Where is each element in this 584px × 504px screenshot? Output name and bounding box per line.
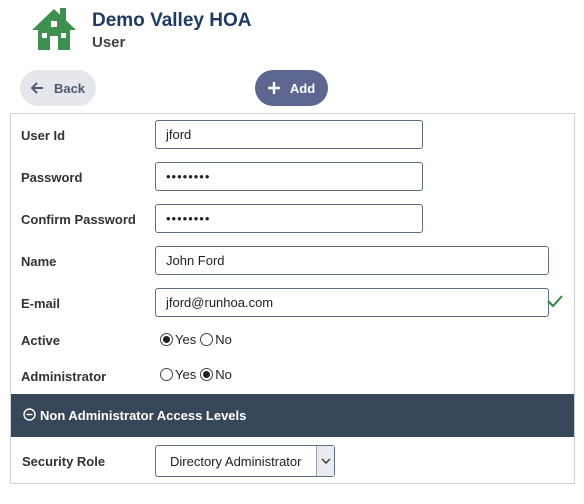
user-form: User Id jford Password •••••••• Confirm … <box>10 113 575 484</box>
confirm-password-input[interactable]: •••••••• <box>155 204 423 233</box>
back-button[interactable]: Back <box>20 70 96 106</box>
name-label: Name <box>21 254 57 269</box>
name-value: John Ford <box>166 253 225 268</box>
page-title: User <box>92 34 126 51</box>
name-input[interactable]: John Ford <box>155 246 549 275</box>
access-levels-section-header[interactable]: Non Administrator Access Levels <box>11 394 574 437</box>
password-input[interactable]: •••••••• <box>155 162 423 191</box>
back-button-label: Back <box>53 80 86 96</box>
section-title: Non Administrator Access Levels <box>40 408 247 423</box>
app-header: Demo Valley HOA User <box>30 6 550 56</box>
active-label: Active <box>21 333 61 348</box>
administrator-label: Administrator <box>21 369 107 384</box>
minus-circle-icon <box>23 407 40 424</box>
confirm-password-value: •••••••• <box>166 211 211 226</box>
security-role-value: Directory Administrator <box>170 453 302 469</box>
add-button-label: Add <box>289 80 316 96</box>
user-id-value: jford <box>166 127 192 142</box>
org-name: Demo Valley HOA <box>92 10 252 31</box>
active-no-label: No <box>215 332 232 347</box>
arrow-left-icon <box>30 82 44 94</box>
administrator-yes-label: Yes <box>175 367 197 382</box>
password-label: Password <box>21 170 83 185</box>
administrator-no-radio[interactable] <box>200 368 214 381</box>
security-role-select[interactable]: Directory Administrator <box>155 445 335 477</box>
chevron-down-icon <box>316 446 334 476</box>
email-label: E-mail <box>21 296 61 311</box>
administrator-no-label: No <box>215 367 232 382</box>
confirm-password-label: Confirm Password <box>21 212 136 227</box>
active-radio-group: Yes No <box>160 332 236 347</box>
house-logo-icon <box>30 6 78 52</box>
active-yes-label: Yes <box>175 332 197 347</box>
security-role-label: Security Role <box>22 454 106 469</box>
user-id-input[interactable]: jford <box>155 120 423 149</box>
administrator-radio-group: Yes No <box>160 367 236 382</box>
email-value: jford@runhoa.com <box>166 295 274 310</box>
plus-icon <box>267 82 280 94</box>
administrator-yes-radio[interactable] <box>160 368 173 381</box>
active-no-radio[interactable] <box>200 333 214 346</box>
check-icon <box>547 294 563 313</box>
user-id-label: User Id <box>21 128 66 143</box>
add-button[interactable]: Add <box>255 70 328 106</box>
email-input[interactable]: jford@runhoa.com <box>155 288 549 317</box>
password-value: •••••••• <box>166 169 211 184</box>
active-yes-radio[interactable] <box>160 333 173 346</box>
